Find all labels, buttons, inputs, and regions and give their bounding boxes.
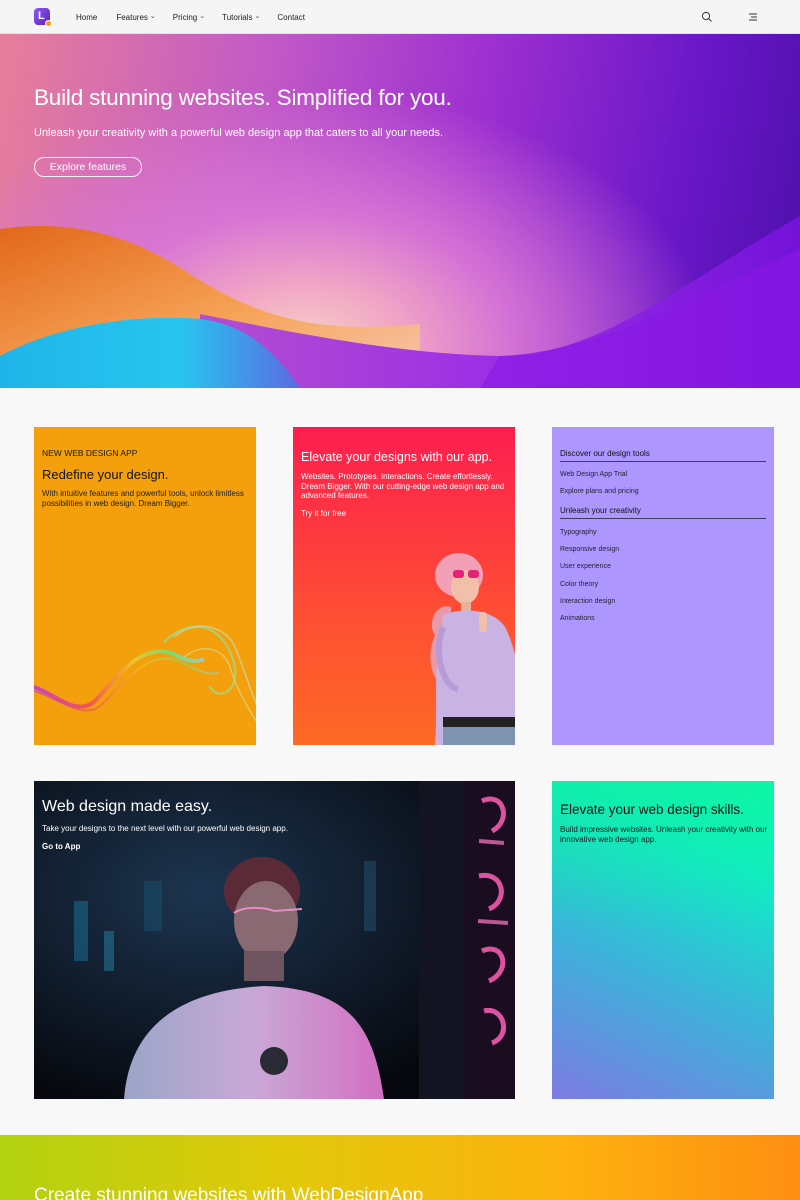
nav-pricing-label: Pricing <box>172 12 198 22</box>
logo-badge <box>45 20 52 27</box>
chevron-down-icon: ⌄ <box>199 13 206 20</box>
section-heading-design-tools: Discover our design tools <box>560 449 766 462</box>
link-user-experience[interactable]: User experience <box>560 563 611 570</box>
card-title: Web design made easy. <box>42 798 213 815</box>
link-typography[interactable]: Typography <box>560 529 597 536</box>
nav-features-label: Features <box>116 12 148 22</box>
card-elevate-designs: Elevate your designs with our app. Websi… <box>293 427 515 745</box>
card-elevate-skills: Elevate your web design skills. Build im… <box>552 781 774 1099</box>
card-description: Take your designs to the next level with… <box>42 824 288 833</box>
chevron-down-icon: ⌄ <box>254 13 261 20</box>
smoke-ribbon-image <box>34 625 256 722</box>
nav-home[interactable]: Home <box>76 13 97 22</box>
card-redefine-design: NEW WEB DESIGN APP Redefine your design.… <box>34 427 256 745</box>
card-web-design-easy: Web design made easy. Take your designs … <box>34 781 515 1099</box>
chevron-down-icon: ⌄ <box>149 13 156 20</box>
nav-contact-label: Contact <box>277 12 305 22</box>
card-description: Build impressive websites. Unleash your … <box>560 825 768 844</box>
app-logo[interactable]: L <box>34 8 52 27</box>
link-color-theory[interactable]: Color theory <box>560 581 598 588</box>
woman-pink-hair-image <box>430 553 515 745</box>
link-responsive-design[interactable]: Responsive design <box>560 546 619 553</box>
nav-tutorials[interactable]: Tutorials ⌄ <box>222 13 260 22</box>
menu-lines-icon[interactable] <box>746 11 758 23</box>
link-plans-pricing[interactable]: Explore plans and pricing <box>560 488 639 495</box>
link-animations[interactable]: Animations <box>560 615 595 622</box>
nav-features[interactable]: Features ⌄ <box>116 13 155 22</box>
nav-home-label: Home <box>76 12 98 22</box>
hero-title: Build stunning websites. Simplified for … <box>34 85 452 110</box>
go-to-app-link[interactable]: Go to App <box>42 842 80 851</box>
link-interaction-design[interactable]: Interaction design <box>560 598 615 605</box>
search-icon[interactable] <box>701 11 713 23</box>
hero-section: Build stunning websites. Simplified for … <box>0 34 800 388</box>
bottom-banner: Create stunning websites with WebDesignA… <box>0 1135 800 1200</box>
nav-tutorials-label: Tutorials <box>222 12 253 22</box>
explore-features-button[interactable]: Explore features <box>34 157 142 177</box>
link-trial[interactable]: Web Design App Trial <box>560 471 627 478</box>
card-title: Elevate your web design skills. <box>560 802 744 817</box>
logo-letter: L <box>38 10 45 22</box>
top-navbar: L Home Features ⌄ Pricing ⌄ Tutorials ⌄ … <box>0 0 800 34</box>
nav-pricing[interactable]: Pricing ⌄ <box>173 13 205 22</box>
hero-subtitle: Unleash your creativity with a powerful … <box>34 127 444 139</box>
main-menu: Home Features ⌄ Pricing ⌄ Tutorials ⌄ Co… <box>76 0 305 34</box>
nav-contact[interactable]: Contact <box>277 13 305 22</box>
card-design-tools-menu: Discover our design tools Web Design App… <box>552 427 774 745</box>
banner-title: Create stunning websites with WebDesignA… <box>34 1185 424 1200</box>
section-heading-creativity: Unleash your creativity <box>560 506 766 519</box>
